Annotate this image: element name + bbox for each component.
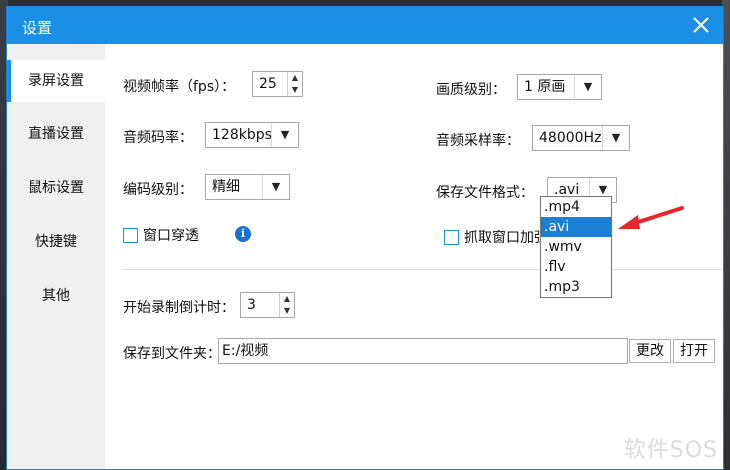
dialog-title: 设置 xyxy=(22,19,53,37)
countdown-spin-buttons[interactable]: ▲ ▼ xyxy=(279,293,294,317)
sidebar-item-other[interactable]: 其他 xyxy=(7,275,105,317)
sample-rate-label: 音频采样率： xyxy=(436,133,520,149)
watermark-logo: 软件SOS xyxy=(623,438,718,463)
save-folder-label: 保存到文件夹： xyxy=(123,346,221,362)
format-label: 保存文件格式： xyxy=(436,185,534,201)
audio-bitrate-label: 音频码率： xyxy=(123,130,193,146)
quality-value: 1 原画 xyxy=(524,79,566,95)
sample-rate-value: 48000Hz xyxy=(539,130,602,146)
open-button[interactable]: 打开 xyxy=(673,339,715,363)
capture-window-checkbox[interactable] xyxy=(444,230,459,245)
countdown-value: 3 xyxy=(247,297,256,313)
section-divider xyxy=(122,269,722,270)
audio-bitrate-value: 128kbps xyxy=(212,127,272,143)
spin-up-icon[interactable]: ▲ xyxy=(288,72,302,84)
sidebar: 录屏设置 直播设置 鼠标设置 快捷键 其他 xyxy=(7,44,105,469)
capture-window-label: 抓取窗口加强 xyxy=(464,230,548,246)
chevron-down-icon[interactable]: ▼ xyxy=(262,175,289,199)
save-folder-field[interactable]: E:/视频 xyxy=(218,338,628,364)
audio-bitrate-select[interactable]: 128kbps ▼ xyxy=(205,122,299,148)
format-option-mp3[interactable]: .mp3 xyxy=(541,277,611,297)
quality-select[interactable]: 1 原画 ▼ xyxy=(517,74,602,100)
sidebar-item-label: 快捷键 xyxy=(35,234,77,250)
window-through-label: 窗口穿透 xyxy=(143,228,199,244)
encode-level-select[interactable]: 精细 ▼ xyxy=(205,174,290,200)
format-option-wmv[interactable]: .wmv xyxy=(541,237,611,257)
format-option-mp4[interactable]: .mp4 xyxy=(541,197,611,217)
countdown-label: 开始录制倒计时： xyxy=(123,300,235,316)
quality-label: 画质级别： xyxy=(436,82,506,98)
chevron-down-icon[interactable]: ▼ xyxy=(574,75,601,99)
countdown-stepper[interactable]: 3 ▲ ▼ xyxy=(240,292,295,318)
format-option-flv[interactable]: .flv xyxy=(541,257,611,277)
fps-label: 视频帧率（fps）： xyxy=(123,79,236,95)
sidebar-item-shortcuts[interactable]: 快捷键 xyxy=(7,221,105,263)
window-through-checkbox[interactable] xyxy=(123,228,138,243)
encode-level-label: 编码级别： xyxy=(123,182,193,198)
title-bar: 设置 xyxy=(7,7,723,44)
close-icon[interactable] xyxy=(689,13,713,37)
info-icon[interactable]: i xyxy=(235,226,251,242)
sidebar-item-mouse-settings[interactable]: 鼠标设置 xyxy=(7,167,105,209)
chevron-down-icon[interactable]: ▼ xyxy=(271,123,298,147)
settings-content: 视频帧率（fps）： 25 ▲ ▼ 音频码率： 128kbps ▼ 编码级别： 精… xyxy=(105,44,723,469)
save-folder-value: E:/视频 xyxy=(222,343,269,359)
chevron-down-icon[interactable]: ▼ xyxy=(602,126,629,150)
sidebar-item-label: 录屏设置 xyxy=(28,73,84,89)
fps-spin-buttons[interactable]: ▲ ▼ xyxy=(287,72,302,96)
sidebar-item-record-settings[interactable]: 录屏设置 xyxy=(7,60,105,102)
spin-down-icon[interactable]: ▼ xyxy=(288,84,302,96)
sample-rate-select[interactable]: 48000Hz ▼ xyxy=(532,125,630,151)
annotation-arrow-icon xyxy=(618,206,684,229)
format-option-avi[interactable]: .avi xyxy=(541,217,611,237)
sidebar-item-label: 其他 xyxy=(42,288,70,304)
settings-dialog: 设置 录屏设置 直播设置 鼠标设置 快捷键 其他 视频帧率（fps）： 25 ▲… xyxy=(6,6,724,470)
sidebar-item-live-settings[interactable]: 直播设置 xyxy=(7,113,105,155)
encode-level-value: 精细 xyxy=(212,179,240,195)
change-button[interactable]: 更改 xyxy=(629,339,671,363)
fps-stepper[interactable]: 25 ▲ ▼ xyxy=(252,71,303,97)
fps-value: 25 xyxy=(259,76,277,92)
format-dropdown-list: .mp4 .avi .wmv .flv .mp3 xyxy=(540,196,612,298)
spin-up-icon[interactable]: ▲ xyxy=(280,293,294,305)
sidebar-item-label: 鼠标设置 xyxy=(28,180,84,196)
sidebar-item-label: 直播设置 xyxy=(28,126,84,142)
spin-down-icon[interactable]: ▼ xyxy=(280,305,294,317)
